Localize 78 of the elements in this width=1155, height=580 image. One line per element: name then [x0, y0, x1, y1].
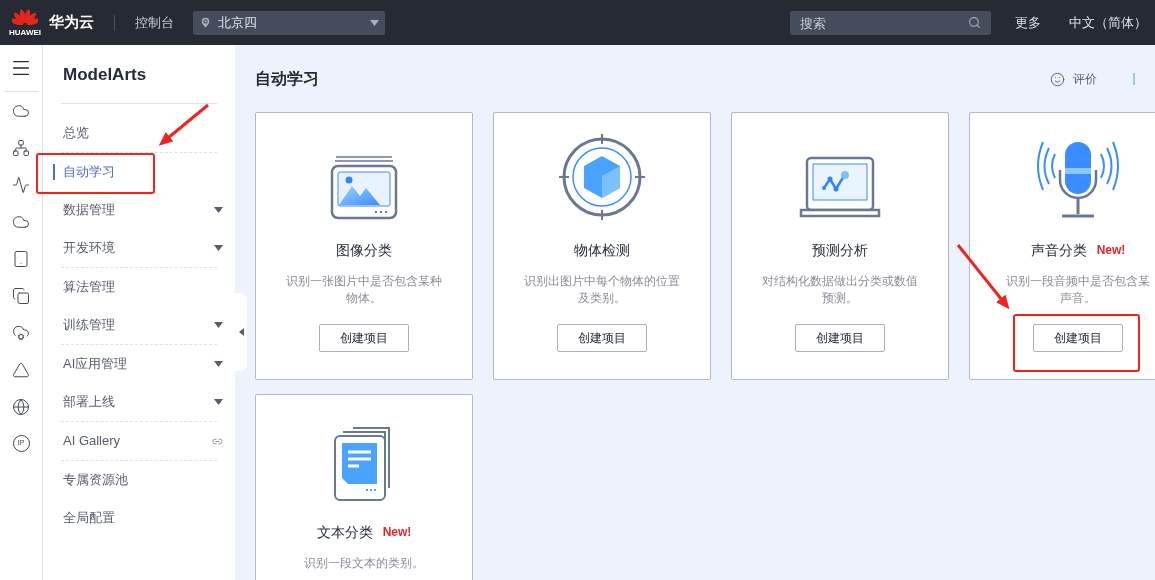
- collapse-handle[interactable]: [235, 293, 247, 371]
- sidebar-title: ModelArts: [62, 64, 148, 86]
- sidebar-item[interactable]: 算法管理: [43, 268, 235, 306]
- sidebar-item[interactable]: 训练管理: [43, 306, 235, 344]
- sidebar-label: 数据管理: [63, 201, 115, 220]
- card-title: 图像分类: [336, 240, 392, 260]
- globe-icon[interactable]: [12, 398, 30, 416]
- cloud-icon[interactable]: [12, 324, 30, 342]
- logo-icon: [12, 8, 38, 28]
- annotation-arrow: [158, 103, 209, 146]
- copy-icon[interactable]: [12, 287, 30, 305]
- search-field[interactable]: 搜索: [790, 11, 991, 35]
- card-description: 声音。: [1060, 290, 1096, 307]
- crosshair-cube-icon: [559, 134, 645, 220]
- card-description: 对结构化数据做出分类或数值: [762, 273, 918, 290]
- sidebar-item[interactable]: 专属资源池: [43, 461, 235, 499]
- card-description: 物体。: [346, 290, 382, 307]
- laptop-chart-icon: [799, 156, 881, 220]
- logo-text: HUAWEI: [9, 28, 41, 37]
- card-description: 识别一段音频中是否包含某: [1006, 273, 1150, 290]
- sidebar-label: 总览: [63, 124, 89, 143]
- caret-icon: [214, 399, 223, 405]
- tablet-icon[interactable]: [12, 250, 30, 268]
- active-indicator: [53, 164, 55, 180]
- sidebar-label: 全局配置: [63, 509, 115, 528]
- create-project-button[interactable]: 创建项目: [795, 324, 885, 352]
- create-project-button[interactable]: 创建项目: [1033, 324, 1123, 352]
- sidebar-item[interactable]: 全局配置: [43, 499, 235, 537]
- search-icon: [968, 15, 981, 29]
- sidebar-label: 专属资源池: [63, 471, 128, 490]
- card-description: 预测。: [822, 290, 858, 307]
- sidebar-item[interactable]: 自动学习: [43, 153, 235, 191]
- sidebar-label: 算法管理: [63, 278, 115, 297]
- caret-icon: [214, 361, 223, 367]
- sidebar-item[interactable]: 总览: [43, 114, 235, 152]
- card-title: 物体检测: [574, 240, 630, 260]
- network-icon[interactable]: [12, 139, 30, 157]
- sidebar-item[interactable]: 数据管理: [43, 191, 235, 229]
- brand-name: 华为云: [49, 12, 94, 33]
- card-description: 及类别。: [578, 290, 626, 307]
- console-link[interactable]: 控制台: [135, 12, 174, 33]
- sidebar-label: 部署上线: [63, 393, 115, 412]
- topbar-link[interactable]: 中文（简体）: [1069, 12, 1147, 33]
- card-title: 文本分类: [316, 522, 373, 542]
- triangle-icon[interactable]: [12, 361, 30, 379]
- sidebar-label: 自动学习: [63, 163, 115, 182]
- new-label: New!: [1096, 242, 1126, 259]
- sidebar-item[interactable]: AI应用管理: [43, 345, 235, 383]
- cloud-icon[interactable]: [12, 102, 30, 120]
- microphone-icon: [1037, 140, 1119, 220]
- caret-icon: [370, 19, 379, 26]
- card-title: 声音分类: [1030, 240, 1087, 260]
- sidebar-label: AI应用管理: [63, 355, 128, 374]
- card-description: 识别一段文本的类别。: [304, 555, 424, 572]
- sidebar-label: AI Gallery: [63, 432, 121, 451]
- sidebar-label: 开发环境: [63, 239, 115, 258]
- topbar-link[interactable]: 更多: [1015, 12, 1041, 33]
- caret-icon: [214, 207, 223, 213]
- create-project-button[interactable]: 创建项目: [319, 324, 409, 352]
- sidebar-label: 训练管理: [63, 316, 115, 335]
- sidebar-item[interactable]: 部署上线: [43, 383, 235, 421]
- create-project-button[interactable]: 创建项目: [557, 324, 647, 352]
- feedback-link[interactable]: 评价: [1073, 70, 1097, 88]
- region-select[interactable]: 北京四: [193, 10, 385, 35]
- caret-icon: [214, 322, 223, 328]
- card-description: 识别一张图片中是否包含某种: [286, 273, 442, 290]
- card-description: 识别出图片中每个物体的位置: [524, 273, 680, 290]
- caret-icon: [214, 245, 223, 251]
- page-title: 自动学习: [255, 69, 319, 89]
- image-icon: [330, 154, 398, 220]
- smile-icon[interactable]: [1050, 71, 1065, 87]
- new-label: New!: [382, 524, 412, 541]
- sidebar-item[interactable]: 开发环境: [43, 229, 235, 267]
- sidebar-item[interactable]: AI Gallery: [43, 422, 235, 460]
- location-pin-icon: [199, 16, 212, 29]
- cloud-icon[interactable]: [12, 213, 30, 231]
- waveform-icon[interactable]: [12, 176, 30, 194]
- card-title: 预测分析: [812, 240, 868, 260]
